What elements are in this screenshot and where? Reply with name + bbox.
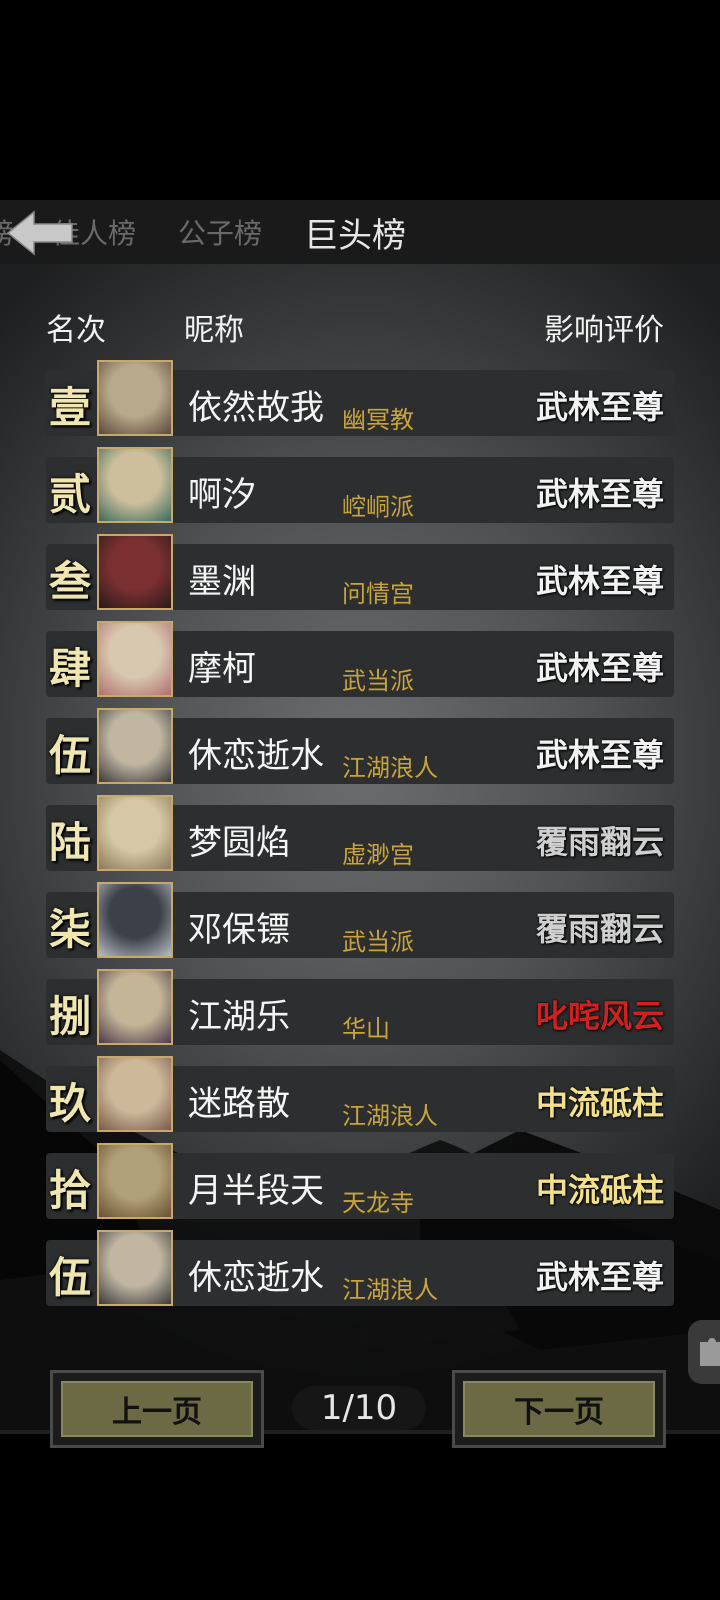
player-sect: 华山	[342, 1015, 390, 1043]
player-avatar[interactable]	[97, 621, 173, 697]
player-sect: 江湖浪人	[342, 1102, 438, 1130]
influence-title: 覆雨翻云	[535, 823, 664, 861]
player-avatar[interactable]	[97, 447, 173, 523]
player-sect: 江湖浪人	[342, 1276, 438, 1304]
player-sect: 崆峒派	[342, 493, 414, 521]
next-page-button[interactable]: 下一页	[452, 1370, 666, 1448]
influence-title: 中流砥柱	[535, 1084, 664, 1122]
player-sect: 天龙寺	[342, 1189, 414, 1217]
player-name: 依然故我	[188, 388, 324, 428]
player-name: 江湖乐	[188, 997, 290, 1037]
player-name: 啊汐	[188, 475, 256, 515]
influence-title: 武林至尊	[535, 388, 664, 426]
player-avatar[interactable]	[97, 882, 173, 958]
player-avatar[interactable]	[97, 1143, 173, 1219]
player-avatar[interactable]	[97, 795, 173, 871]
prev-page-button[interactable]: 上一页	[50, 1370, 264, 1448]
header-rank: 名次	[46, 313, 106, 348]
puzzle-icon	[700, 1338, 720, 1366]
influence-title: 中流砥柱	[535, 1171, 664, 1209]
rank-numeral: 伍	[48, 1252, 91, 1302]
player-name: 休恋逝水	[188, 736, 324, 776]
rank-numeral: 伍	[48, 730, 91, 780]
player-sect: 武当派	[342, 928, 414, 956]
tab-gentleman[interactable]: 公子榜	[178, 212, 262, 252]
player-avatar[interactable]	[97, 360, 173, 436]
next-page-label: 下一页	[463, 1381, 655, 1437]
rank-numeral: 叁	[48, 556, 91, 606]
influence-title: 武林至尊	[535, 562, 664, 600]
player-name: 梦圆焰	[188, 823, 290, 863]
player-name: 迷路散	[188, 1084, 290, 1124]
player-name: 邓保镖	[188, 910, 290, 950]
player-avatar[interactable]	[97, 534, 173, 610]
floating-tool-button[interactable]	[688, 1320, 720, 1384]
player-name: 月半段天	[188, 1171, 324, 1211]
influence-title: 武林至尊	[535, 649, 664, 687]
rank-numeral: 柒	[48, 904, 91, 954]
player-avatar[interactable]	[97, 1056, 173, 1132]
influence-title: 叱咤风云	[535, 997, 664, 1035]
rank-numeral: 玖	[48, 1078, 91, 1128]
tab-bar: 榜 佳人榜 公子榜 巨头榜	[0, 200, 720, 264]
player-avatar[interactable]	[97, 1230, 173, 1306]
rank-numeral: 贰	[48, 469, 91, 519]
player-sect: 虚渺宫	[342, 841, 414, 869]
header-rating: 影响评价	[544, 313, 664, 348]
influence-title: 覆雨翻云	[535, 910, 664, 948]
tab-tycoon[interactable]: 巨头榜	[304, 208, 406, 257]
player-sect: 江湖浪人	[342, 754, 438, 782]
rank-numeral: 陆	[48, 817, 91, 867]
player-name: 休恋逝水	[188, 1258, 324, 1298]
influence-title: 武林至尊	[535, 475, 664, 513]
player-avatar[interactable]	[97, 708, 173, 784]
rank-numeral: 捌	[48, 991, 91, 1041]
player-avatar[interactable]	[97, 969, 173, 1045]
player-sect: 武当派	[342, 667, 414, 695]
rank-numeral: 壹	[48, 382, 91, 432]
player-name: 摩柯	[188, 649, 256, 689]
prev-page-label: 上一页	[61, 1381, 253, 1437]
back-arrow-icon[interactable]	[6, 208, 76, 258]
rank-numeral: 肆	[48, 643, 91, 693]
rank-numeral: 拾	[48, 1165, 91, 1215]
player-sect: 幽冥教	[342, 406, 414, 434]
page-indicator: 1/10	[292, 1386, 426, 1430]
influence-title: 武林至尊	[535, 1258, 664, 1296]
player-sect: 问情宫	[342, 580, 414, 608]
influence-title: 武林至尊	[535, 736, 664, 774]
player-name: 墨渊	[188, 562, 256, 602]
header-nickname: 昵称	[184, 313, 244, 348]
